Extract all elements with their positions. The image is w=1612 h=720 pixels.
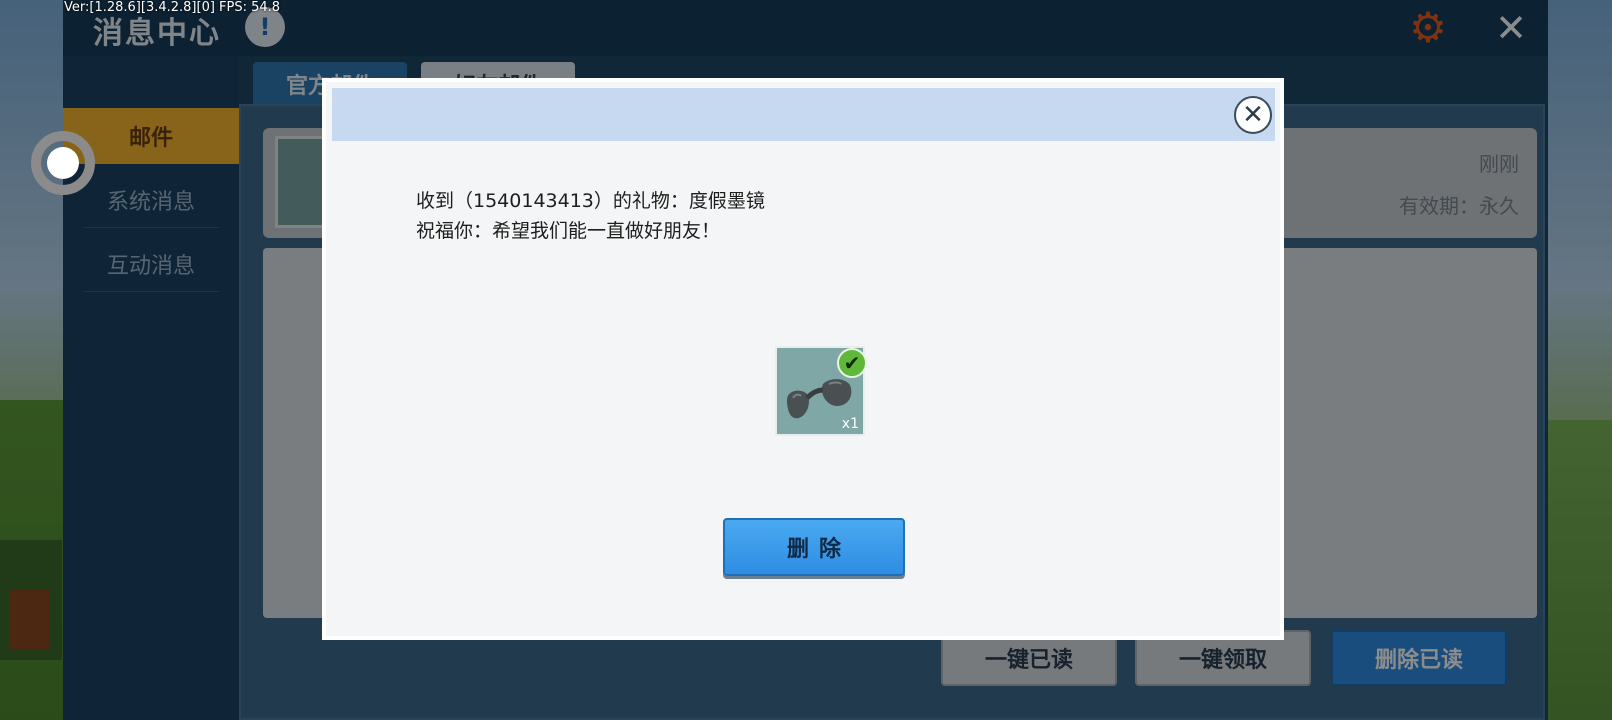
- delete-button[interactable]: 删除: [723, 518, 905, 576]
- gift-item-slot[interactable]: ✔ x1: [775, 346, 867, 436]
- gift-count: x1: [841, 416, 859, 432]
- dialog-close-icon[interactable]: ✕: [1234, 96, 1272, 134]
- gift-mail-dialog: ✕ 收到（1540143413）的礼物：度假墨镜 祝福你：希望我们能一直做好朋友…: [322, 78, 1284, 640]
- blessing-message-line: 祝福你：希望我们能一直做好朋友！: [416, 220, 721, 242]
- joystick-knob[interactable]: [47, 147, 79, 179]
- dialog-header: [332, 88, 1275, 141]
- gift-message-line: 收到（1540143413）的礼物：度假墨镜: [416, 190, 765, 212]
- floating-joystick[interactable]: [31, 131, 95, 195]
- claimed-check-icon: ✔: [837, 348, 867, 378]
- version-fps-readout: Ver:[1.28.6][3.4.2.8][0] FPS: 54.8: [64, 0, 281, 15]
